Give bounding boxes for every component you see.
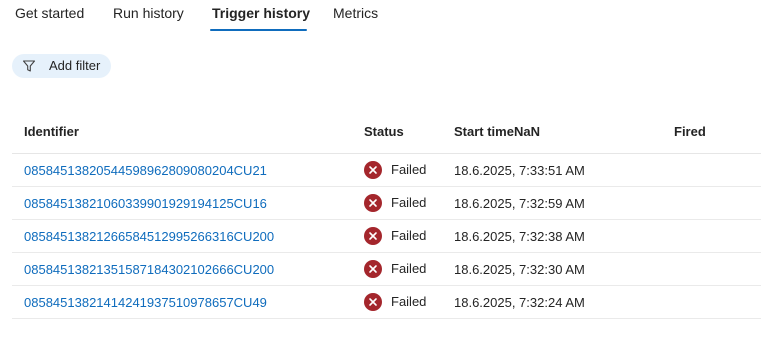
column-header-fired[interactable]: Fired [674,124,706,140]
status-cell: Failed [364,227,426,245]
tab-run-history[interactable]: Run history [113,4,184,30]
table-row[interactable]: 08584513821414241937510978657CU49 Failed… [12,286,761,319]
status-text: Failed [391,195,427,210]
start-time: 18.6.2025, 7:33:51 AM [454,163,585,178]
tab-bar: Get started Run history Trigger history … [0,0,761,34]
failed-icon [364,260,382,278]
add-filter-label: Add filter [49,58,101,73]
failed-icon [364,161,382,179]
failed-icon [364,227,382,245]
trigger-history-page: Get started Run history Trigger history … [0,0,761,356]
status-cell: Failed [364,161,426,179]
start-time: 18.6.2025, 7:32:24 AM [454,295,585,310]
run-identifier-link[interactable]: 08584513821060339901929194125CU16 [24,196,267,212]
table-row[interactable]: 08584513821266584512995266316CU200 Faile… [12,220,761,253]
status-text: Failed [391,162,427,177]
filter-icon [22,60,36,72]
tab-trigger-history[interactable]: Trigger history [212,4,310,30]
failed-icon [364,293,382,311]
column-header-status[interactable]: Status [364,124,404,140]
start-time: 18.6.2025, 7:32:30 AM [454,262,585,277]
table-row[interactable]: 08584513820544598962809080204CU21 Failed… [12,154,761,187]
status-text: Failed [391,294,427,309]
trigger-history-table: Identifier Status Start timeNaN Fired 08… [12,112,761,319]
start-time: 18.6.2025, 7:32:59 AM [454,196,585,211]
table-row[interactable]: 08584513821060339901929194125CU16 Failed… [12,187,761,220]
tab-metrics[interactable]: Metrics [333,4,378,30]
table-header: Identifier Status Start timeNaN Fired [12,112,761,154]
status-cell: Failed [364,260,426,278]
start-time: 18.6.2025, 7:32:38 AM [454,229,585,244]
run-identifier-link[interactable]: 08584513821266584512995266316CU200 [24,229,274,245]
active-tab-indicator [210,29,307,31]
run-identifier-link[interactable]: 08584513821414241937510978657CU49 [24,295,267,311]
run-identifier-link[interactable]: 08584513821351587184302102666CU200 [24,262,274,278]
status-text: Failed [391,261,427,276]
status-cell: Failed [364,293,426,311]
status-cell: Failed [364,194,426,212]
column-header-start-time[interactable]: Start timeNaN [454,124,540,140]
add-filter-button[interactable]: Add filter [12,54,111,78]
failed-icon [364,194,382,212]
table-row[interactable]: 08584513821351587184302102666CU200 Faile… [12,253,761,286]
run-identifier-link[interactable]: 08584513820544598962809080204CU21 [24,163,267,179]
tab-get-started[interactable]: Get started [15,4,84,30]
status-text: Failed [391,228,427,243]
column-header-identifier[interactable]: Identifier [24,124,79,140]
